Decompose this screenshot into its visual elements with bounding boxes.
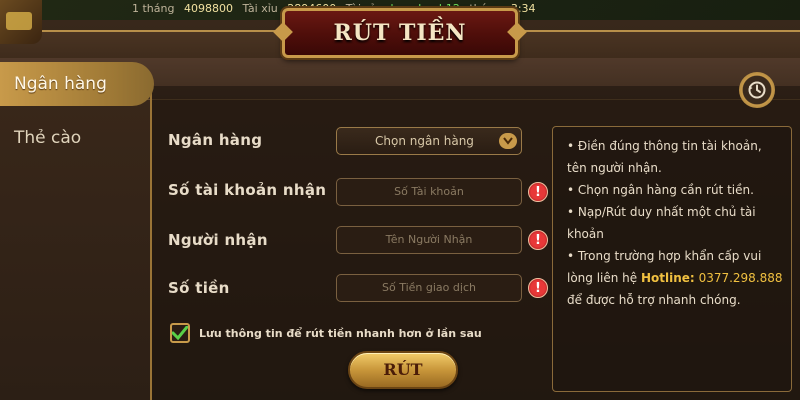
hotline-number: 0377.298.888 — [698, 271, 783, 285]
sidebar-item-label: Ngân hàng — [14, 74, 107, 94]
info-item: Nạp/Rút duy nhất một chủ tài khoản — [567, 201, 785, 245]
title-plaque: RÚT TIỀN — [282, 8, 518, 58]
history-button[interactable] — [739, 72, 775, 108]
save-info-label: Lưu thông tin để rút tiền nhanh hơn ở lầ… — [199, 327, 482, 340]
account-number-input[interactable]: Số Tài khoản — [336, 178, 522, 206]
checkmark-icon — [172, 326, 188, 340]
info-box: Điền đúng thông tin tài khoản, tên người… — [552, 126, 792, 392]
receiver-label: Người nhận — [168, 231, 268, 249]
history-icon — [748, 81, 766, 99]
hotline-label: Hotline: — [641, 271, 695, 285]
info-item: Trong trường hợp khẩn cấp vui lòng liên … — [567, 245, 785, 311]
sidebar-item-label: Thẻ cào — [14, 128, 82, 148]
receiver-warning-icon: ! — [528, 230, 548, 250]
info-item-text: để được hỗ trợ nhanh chóng. — [567, 293, 741, 307]
withdraw-button[interactable]: RÚT — [348, 351, 458, 389]
info-item: Chọn ngân hàng cần rút tiền. — [567, 179, 785, 201]
receiver-name-input[interactable]: Tên Người Nhận — [336, 226, 522, 254]
account-warning-icon: ! — [528, 182, 548, 202]
amount-label: Số tiền — [168, 279, 230, 297]
bank-select[interactable]: Chọn ngân hàng — [336, 127, 522, 155]
ticker-text-2: Tài xỉu — [242, 2, 278, 15]
ticker-amount-1: 4098800 — [183, 2, 233, 15]
info-item: Điền đúng thông tin tài khoản, tên người… — [567, 135, 785, 179]
chevron-down-icon — [499, 133, 517, 149]
save-info-checkbox[interactable] — [170, 323, 190, 343]
game-logo — [0, 0, 42, 44]
sidebar-item-bank[interactable]: Ngân hàng — [0, 62, 154, 106]
bank-select-value: Chọn ngân hàng — [375, 134, 474, 148]
page-title: RÚT TIỀN — [333, 20, 467, 46]
ticker-text-1: 1 tháng — [132, 2, 175, 15]
account-label: Số tài khoản nhận — [168, 181, 327, 199]
amount-input[interactable]: Số Tiền giao dịch — [336, 274, 522, 302]
sidebar-item-card[interactable]: Thẻ cào — [0, 116, 154, 160]
bank-label: Ngân hàng — [168, 131, 263, 149]
amount-warning-icon: ! — [528, 278, 548, 298]
